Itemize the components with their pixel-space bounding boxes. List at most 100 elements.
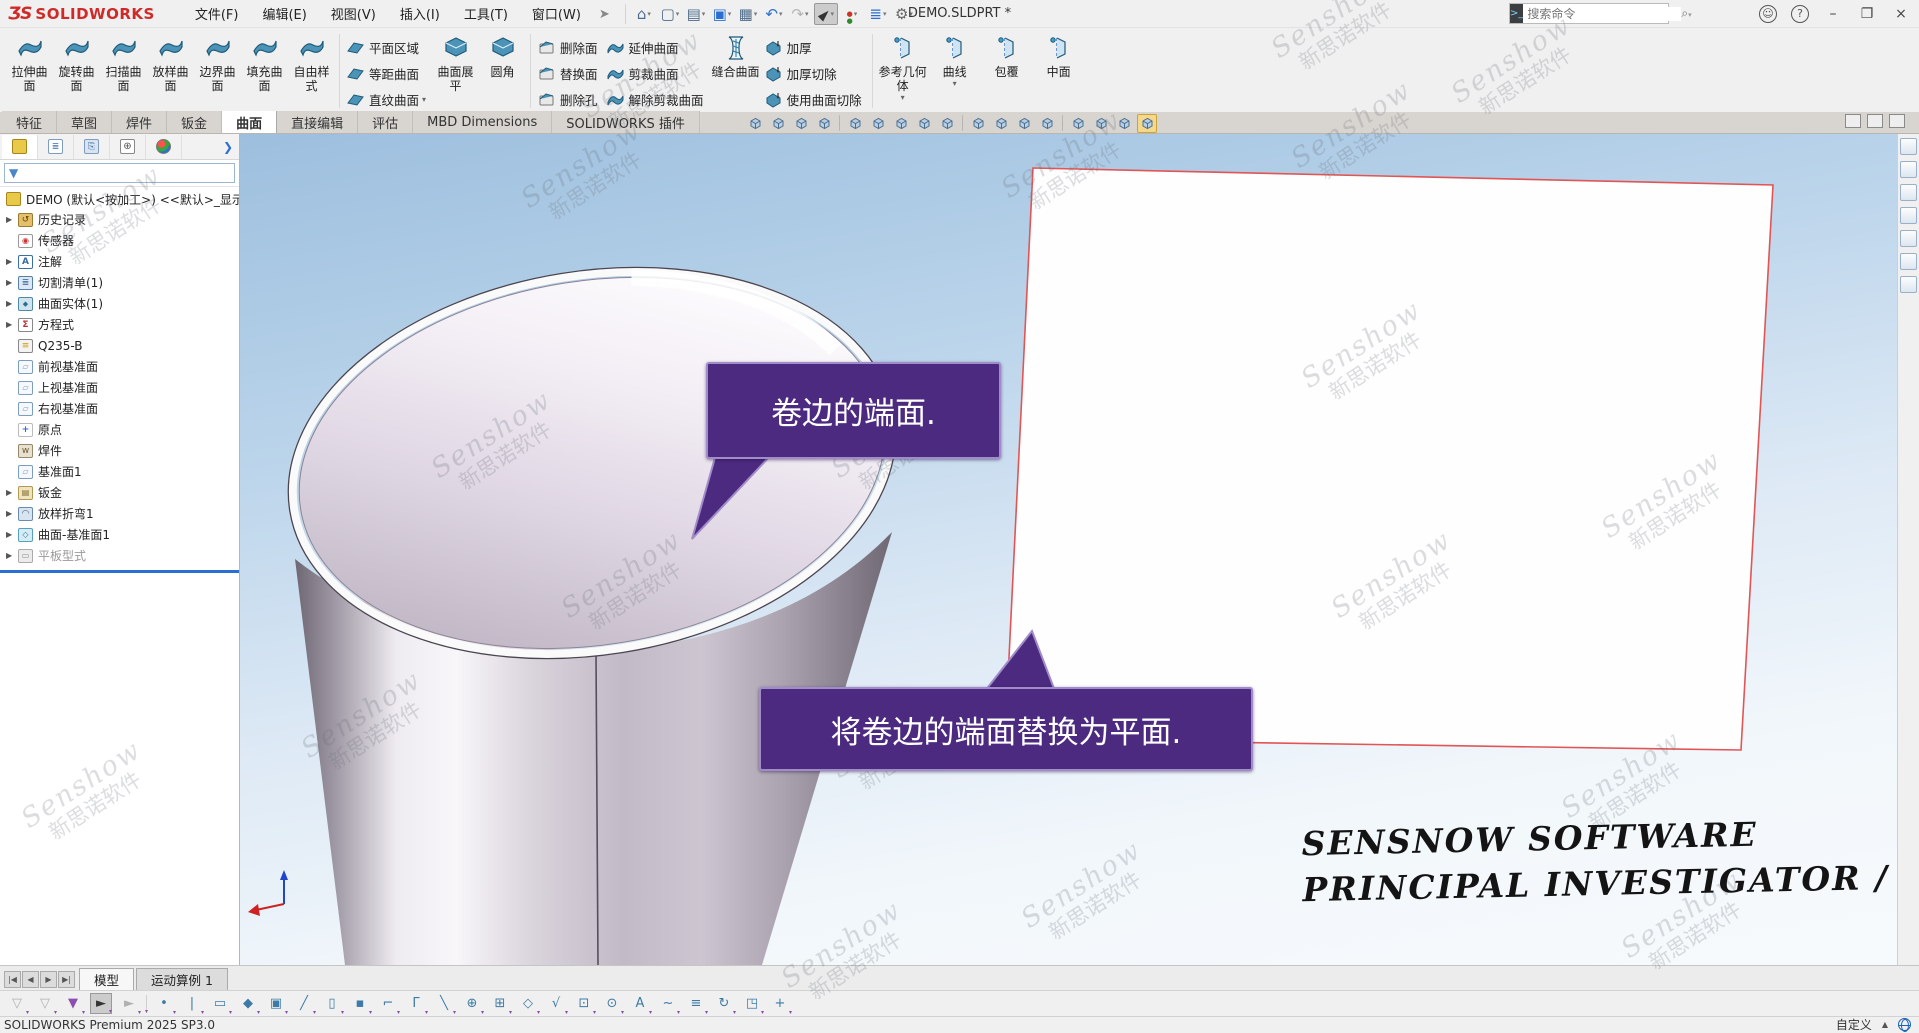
home-button[interactable] — [632, 3, 656, 25]
print-button[interactable] — [736, 3, 760, 25]
ribbon-tab[interactable]: 评估 — [358, 111, 413, 133]
ribbon-tab[interactable]: SOLIDWORKS 插件 — [552, 111, 700, 133]
separator-button[interactable] — [146, 995, 147, 1013]
ribbon-button[interactable]: 放样曲面 — [147, 30, 194, 112]
online-globe-icon[interactable] — [1898, 1018, 1911, 1031]
first-tab-icon[interactable]: |◀ — [4, 971, 21, 988]
previous-view-icon[interactable] — [791, 114, 811, 133]
tab-feature-tree[interactable] — [2, 135, 38, 159]
tree-item[interactable]: ▶ 平板型式 — [0, 545, 239, 566]
tree-item[interactable]: ▶ 传感器 — [0, 230, 239, 251]
redo-button[interactable] — [788, 3, 812, 25]
next-tab-icon[interactable]: ▶ — [40, 971, 57, 988]
task-pane-home-icon[interactable] — [1900, 138, 1917, 155]
viewport-split-button[interactable]: ◳ — [741, 993, 763, 1014]
ribbon-button[interactable]: 扫描曲面 — [100, 30, 147, 112]
menu-item[interactable]: 窗口(W) — [520, 0, 593, 27]
pane-close-icon[interactable] — [1889, 114, 1905, 128]
diagonal-line-button[interactable]: ╲ — [433, 993, 455, 1014]
model-tab[interactable]: 运动算例 1 — [136, 968, 228, 990]
filter-edges-button[interactable]: ▽ — [34, 993, 56, 1014]
fillet-surface-button[interactable]: ◆ — [237, 993, 259, 1014]
expand-arrow-icon[interactable]: ▶ — [6, 257, 18, 266]
menu-pin-icon[interactable]: ➤ — [599, 7, 613, 21]
tab-configuration-manager[interactable]: ⎘ — [74, 135, 110, 159]
expand-up-icon[interactable]: ▲ — [1882, 1020, 1888, 1029]
ribbon-tab[interactable]: 直接编辑 — [277, 111, 358, 133]
solidworks-forum-icon[interactable] — [1900, 276, 1917, 293]
linear-pattern-button[interactable]: ⊞ — [489, 993, 511, 1014]
section-view-icon[interactable] — [814, 114, 834, 133]
zoom-to-area-icon[interactable] — [768, 114, 788, 133]
ribbon-tab[interactable]: 钣金 — [167, 111, 222, 133]
display-style-icon[interactable] — [845, 114, 865, 133]
account-icon[interactable]: ☺ — [1759, 5, 1777, 23]
tree-item[interactable]: ▶ Q235-B — [0, 335, 239, 356]
design-library-icon[interactable] — [1900, 161, 1917, 178]
solid-box-button[interactable]: ▣ — [265, 993, 287, 1014]
ribbon-button[interactable]: 自由样式 — [288, 30, 335, 112]
circle-button[interactable]: ⊕ — [461, 993, 483, 1014]
tree-item[interactable]: ▶ 方程式 — [0, 314, 239, 335]
ribbon-button[interactable]: 替换面 — [535, 60, 604, 86]
tree-item[interactable]: ▶ 基准面1 — [0, 461, 239, 482]
ribbon-button[interactable]: 缝合曲面 — [710, 30, 762, 112]
tree-item[interactable]: ▶ 曲面-基准面1 — [0, 524, 239, 545]
ribbon-button[interactable]: 剪裁曲面 — [604, 60, 710, 86]
ribbon-button[interactable]: 参考几何体 ▾ — [877, 30, 929, 112]
tab-property-manager[interactable]: ≣ — [38, 135, 74, 159]
ribbon-button[interactable]: 边界曲面 — [194, 30, 241, 112]
expand-arrow-icon[interactable]: ▶ — [6, 215, 18, 224]
text-button[interactable]: A — [629, 993, 651, 1014]
options-list-button[interactable] — [866, 3, 890, 25]
ribbon-button[interactable]: 使用曲面切除 — [762, 86, 868, 112]
tree-filter-input[interactable] — [22, 166, 234, 180]
separator-icon[interactable] — [839, 115, 840, 131]
select-button[interactable]: ► — [90, 993, 112, 1014]
ribbon-button[interactable]: 解除剪裁曲面 — [604, 86, 710, 112]
zoom-lens-button[interactable]: ⊙ — [601, 993, 623, 1014]
expand-arrow-icon[interactable]: ▶ — [6, 320, 18, 329]
selection-filter-button[interactable]: ▽ — [6, 993, 28, 1014]
ribbon-button[interactable]: 等距曲面 ▾ — [344, 60, 432, 86]
close-button[interactable]: × — [1891, 5, 1911, 23]
ribbon-tab[interactable]: 焊件 — [112, 111, 167, 133]
tree-item[interactable]: ▶ 曲面实体(1) — [0, 293, 239, 314]
ribbon-button[interactable]: 延伸曲面 — [604, 34, 710, 60]
expand-arrow-icon[interactable]: ▶ — [6, 488, 18, 497]
zoom-fit-icon[interactable] — [745, 114, 765, 133]
expand-arrow-icon[interactable]: ▶ — [6, 278, 18, 287]
tree-item[interactable]: ▶ 钣金 — [0, 482, 239, 503]
tree-item[interactable]: ▶ 放样折弯1 — [0, 503, 239, 524]
open-button[interactable] — [684, 3, 708, 25]
select-arrow-button[interactable] — [814, 3, 838, 25]
tab-dimxpert-manager[interactable]: ⊕ — [110, 135, 146, 159]
ribbon-button[interactable]: 加厚 — [762, 34, 868, 60]
separator-icon[interactable] — [1062, 115, 1063, 131]
restore-button[interactable]: ❐ — [1857, 5, 1877, 23]
graphics-viewport[interactable]: 卷边的端面. 将卷边的端面替换为平面. SENSNOW SOFTWARE PRI… — [240, 134, 1897, 965]
reference-plane-button[interactable]: ▯ — [321, 993, 343, 1014]
appearances-scenes-icon[interactable] — [1900, 230, 1917, 247]
perspective-icon[interactable] — [1014, 114, 1034, 133]
search-input[interactable] — [1523, 7, 1681, 21]
menu-item[interactable]: 视图(V) — [319, 0, 388, 27]
pane-restore-icon[interactable] — [1867, 114, 1883, 128]
ribbon-button[interactable]: 曲线 ▾ — [929, 30, 981, 112]
ribbon-button[interactable]: 中面 ▾ — [1033, 30, 1085, 112]
ribbon-button[interactable]: 直纹曲面 ▾ — [344, 86, 432, 112]
new-document-button[interactable] — [658, 3, 682, 25]
ribbon-button[interactable]: 曲面展平 — [432, 30, 479, 112]
command-search[interactable]: >_ ⌕ — [1509, 3, 1669, 24]
customize-label[interactable]: 自定义 — [1836, 1016, 1872, 1033]
ribbon-button[interactable]: 圆角 — [479, 30, 526, 112]
select-other-button[interactable]: ► — [118, 993, 140, 1014]
edit-appearance-icon[interactable] — [891, 114, 911, 133]
menu-item[interactable]: 文件(F) — [183, 0, 251, 27]
help-icon[interactable]: ? — [1791, 5, 1809, 23]
view-orientation-icon[interactable] — [937, 114, 957, 133]
view-palette-icon[interactable] — [1900, 207, 1917, 224]
tree-filter-box[interactable]: ▼ — [4, 163, 235, 183]
check-sketch-button[interactable]: √ — [545, 993, 567, 1014]
spline-button[interactable]: ~ — [657, 993, 679, 1014]
